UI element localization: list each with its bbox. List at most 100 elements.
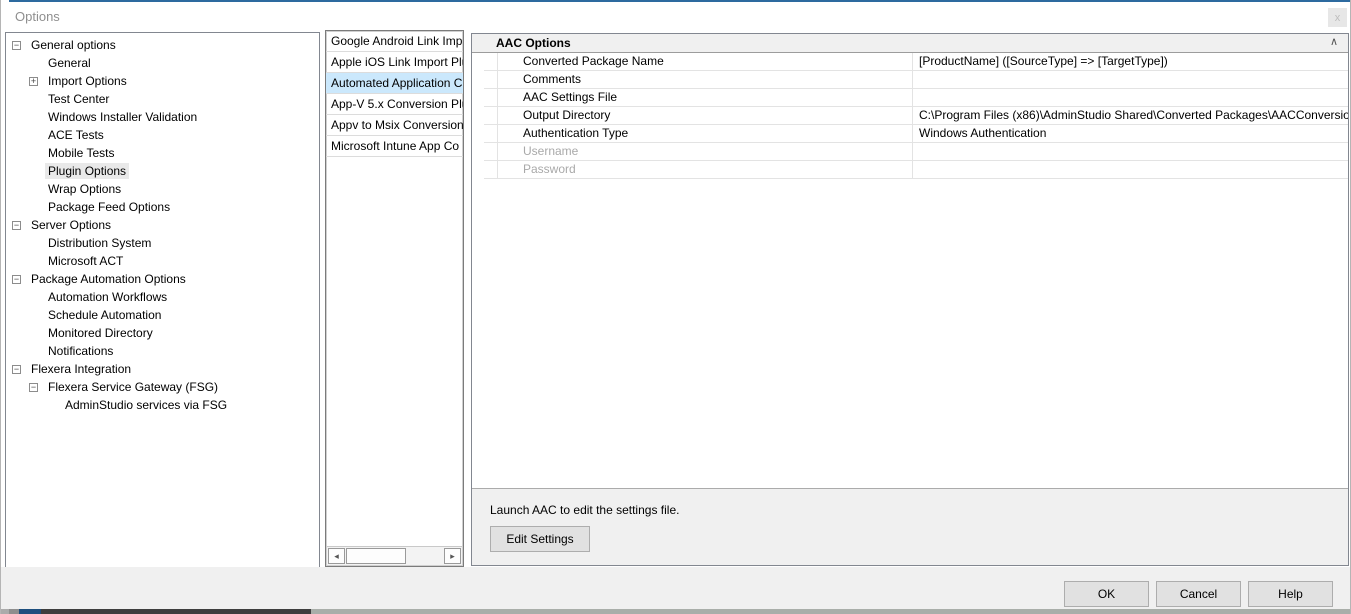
tree-item-label: Windows Installer Validation [45,109,200,125]
tree-item-label: Mobile Tests [45,145,117,161]
tree-item[interactable]: General [6,54,319,72]
tree-item-label: Schedule Automation [45,307,164,323]
plugin-list-item[interactable]: Google Android Link Imp [326,31,463,52]
tree-expand-icon[interactable]: + [29,77,38,86]
close-button[interactable]: x [1328,8,1347,27]
tree-item[interactable]: Plugin Options [6,162,319,180]
property-name: Authentication Type [498,125,913,142]
tree-item-label: AdminStudio services via FSG [62,397,230,413]
tree-collapse-icon[interactable]: − [12,221,21,230]
plugin-list-item[interactable]: Appv to Msix Conversion [326,115,463,136]
property-row: Authentication TypeWindows Authenticatio… [484,125,1348,143]
plugin-list: Google Android Link ImpApple iOS Link Im… [325,30,464,567]
property-row-gutter [484,143,498,160]
tree-item-label: General [45,55,94,71]
property-row: Converted Package Name[ProductName] ([So… [484,53,1348,71]
tree-item-label: Server Options [28,217,114,233]
property-row: Output DirectoryC:\Program Files (x86)\A… [484,107,1348,125]
property-value[interactable] [913,161,1348,178]
tree-item[interactable]: −Flexera Integration [6,360,319,378]
plugin-list-item[interactable]: Automated Application C [326,73,463,94]
panel-header: AAC Options ∧ [472,34,1348,53]
tree-item[interactable]: −Package Automation Options [6,270,319,288]
property-row-gutter [484,161,498,178]
tree-item-label: Plugin Options [45,163,129,179]
ok-button[interactable]: OK [1064,581,1149,607]
options-tree: −General optionsGeneral+Import OptionsTe… [5,32,320,569]
panel-title: AAC Options [496,36,571,50]
tree-item-label: Package Automation Options [28,271,189,287]
tree-item[interactable]: Microsoft ACT [6,252,319,270]
panel-bottom: Launch AAC to edit the settings file. Ed… [472,488,1348,565]
property-value[interactable]: C:\Program Files (x86)\AdminStudio Share… [913,107,1348,124]
tree-collapse-icon[interactable]: − [12,275,21,284]
tree-item-label: Notifications [45,343,116,359]
help-button[interactable]: Help [1248,581,1333,607]
property-name: AAC Settings File [498,89,913,106]
horizontal-scrollbar[interactable]: ◂ ▸ [327,546,462,565]
tree-item[interactable]: ACE Tests [6,126,319,144]
tree-item-label: ACE Tests [45,127,107,143]
dialog-footer: OK Cancel Help [1,567,1350,609]
property-row: Password [484,161,1348,179]
tree-collapse-icon[interactable]: − [29,383,38,392]
tree-item-label: Flexera Service Gateway (FSG) [45,379,221,395]
property-row-gutter [484,125,498,142]
tree-item[interactable]: Schedule Automation [6,306,319,324]
options-dialog: Options x −General optionsGeneral+Import… [0,0,1351,614]
plugin-list-item[interactable]: Microsoft Intune App Co [326,136,463,157]
tree-item[interactable]: Package Feed Options [6,198,319,216]
property-row: Comments [484,71,1348,89]
property-value[interactable]: Windows Authentication [913,125,1348,142]
tree-item[interactable]: Monitored Directory [6,324,319,342]
plugin-list-item[interactable]: Apple iOS Link Import Plu [326,52,463,73]
property-value[interactable] [913,143,1348,160]
property-row-gutter [484,107,498,124]
plugin-list-item[interactable]: App-V 5.x Conversion Plu [326,94,463,115]
plugin-list-items: Google Android Link ImpApple iOS Link Im… [326,31,463,157]
edit-settings-button[interactable]: Edit Settings [490,526,590,552]
tree-collapse-icon[interactable]: − [12,41,21,50]
scroll-right-button[interactable]: ▸ [444,548,461,564]
property-grid: Converted Package Name[ProductName] ([So… [484,53,1348,179]
tree-item[interactable]: Test Center [6,90,319,108]
collapse-icon[interactable]: ∧ [1330,35,1338,48]
tree-item[interactable]: −General options [6,36,319,54]
property-value[interactable] [913,71,1348,88]
property-name: Password [498,161,913,178]
settings-note: Launch AAC to edit the settings file. [490,503,679,517]
scrollbar-thumb[interactable] [346,548,406,564]
tree-item[interactable]: −Flexera Service Gateway (FSG) [6,378,319,396]
tree-item[interactable]: Wrap Options [6,180,319,198]
tree-collapse-icon[interactable]: − [12,365,21,374]
tree-item[interactable]: Windows Installer Validation [6,108,319,126]
property-name: Username [498,143,913,160]
tree-item[interactable]: Mobile Tests [6,144,319,162]
tree-item-label: Test Center [45,91,112,107]
aac-options-panel: AAC Options ∧ Converted Package Name[Pro… [471,33,1349,566]
property-row-gutter [484,71,498,88]
tree-item-label: Automation Workflows [45,289,170,305]
tree-item-label: Import Options [45,73,130,89]
tree-item[interactable]: Distribution System [6,234,319,252]
scroll-left-icon: ◂ [334,551,339,562]
tree-item-label: General options [28,37,119,53]
property-value[interactable]: [ProductName] ([SourceType] => [TargetTy… [913,53,1348,70]
window-title: Options [15,9,60,24]
tree-item[interactable]: Notifications [6,342,319,360]
close-icon: x [1335,12,1341,24]
cancel-button[interactable]: Cancel [1156,581,1241,607]
tree-item[interactable]: + Import Options [6,72,319,90]
scroll-left-button[interactable]: ◂ [328,548,345,564]
property-row: AAC Settings File [484,89,1348,107]
taskbar-segment [1,609,9,614]
property-row-gutter [484,53,498,70]
scroll-right-icon: ▸ [450,551,455,562]
tree-item-label: Distribution System [45,235,154,251]
property-value[interactable] [913,89,1348,106]
tree-item[interactable]: AdminStudio services via FSG [6,396,319,414]
taskbar-app-accent [19,609,41,614]
property-row-gutter [484,89,498,106]
tree-item[interactable]: −Server Options [6,216,319,234]
tree-item[interactable]: Automation Workflows [6,288,319,306]
